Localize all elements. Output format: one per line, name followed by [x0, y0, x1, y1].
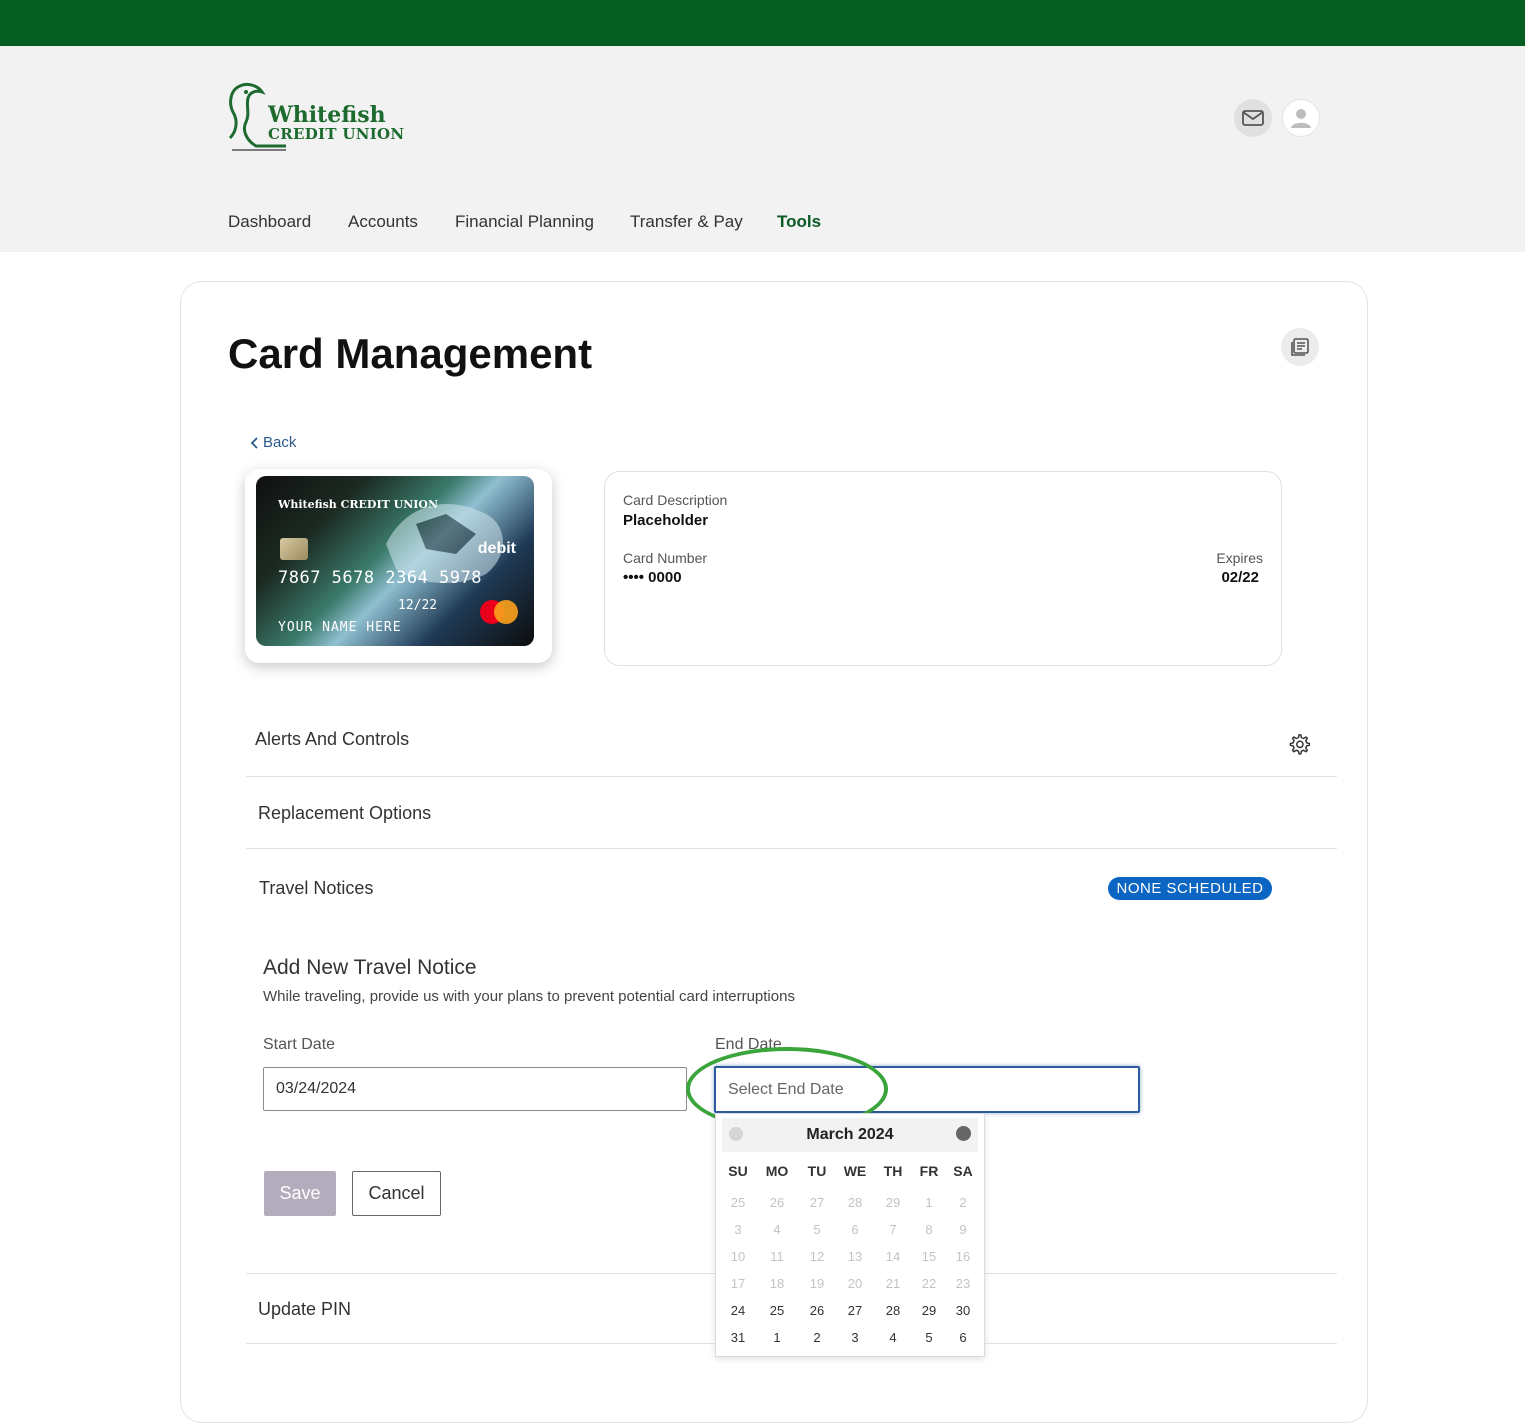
- mastercard-logo-icon-overlap: [494, 600, 518, 624]
- mail-icon: [1242, 110, 1264, 126]
- nav-accounts[interactable]: Accounts: [348, 212, 418, 232]
- update-pin[interactable]: Update PIN: [258, 1299, 351, 1320]
- top-bar: [0, 0, 1525, 46]
- calendar-day[interactable]: 27: [837, 1303, 873, 1318]
- divider: [246, 776, 1337, 777]
- status-badge: NONE SCHEDULED: [1108, 877, 1272, 900]
- weekday-header: WE: [843, 1163, 867, 1179]
- calendar-day: 9: [959, 1222, 967, 1237]
- calendar-day: 6: [851, 1222, 859, 1237]
- calendar-day: 11: [770, 1249, 784, 1264]
- card-image-expiry: 12/22: [398, 598, 438, 613]
- gear-icon[interactable]: [1288, 733, 1310, 755]
- calendar-day: 10: [730, 1249, 746, 1264]
- weekday-header: SU: [728, 1163, 748, 1179]
- nav-transfer-pay[interactable]: Transfer & Pay: [630, 212, 743, 232]
- user-icon: [1291, 109, 1311, 128]
- calendar-day[interactable]: 29: [911, 1303, 947, 1318]
- brand-logo[interactable]: Whitefish CREDIT UNION: [226, 80, 406, 156]
- calendar-day: 5: [813, 1222, 821, 1237]
- date-picker: March 2024 SU MO TU WE TH FR SA 25 26 27 28 29 1 2 3 4 5…: [715, 1113, 985, 1357]
- print-button[interactable]: [1281, 328, 1319, 366]
- weekday-header: SA: [953, 1163, 973, 1179]
- calendar-day: 29: [885, 1195, 901, 1210]
- calendar-day: 7: [889, 1222, 897, 1237]
- card-image-frame: Whitefish CREDIT UNION debit 7867 5678 2…: [245, 469, 552, 663]
- weekday-header: TH: [883, 1163, 903, 1179]
- cancel-button[interactable]: Cancel: [352, 1171, 441, 1216]
- profile-button[interactable]: [1282, 99, 1320, 137]
- start-date-label: Start Date: [263, 1036, 336, 1053]
- brand-subtitle: CREDIT UNION: [268, 125, 405, 143]
- calendar-day[interactable]: 3: [837, 1330, 873, 1345]
- alerts-and-controls[interactable]: Alerts And Controls: [255, 729, 409, 750]
- calendar-day[interactable]: 6: [945, 1330, 981, 1345]
- calendar-day[interactable]: 31: [720, 1330, 756, 1345]
- card-type: debit: [477, 540, 516, 557]
- calendar-day[interactable]: 1: [759, 1330, 795, 1345]
- calendar-day: 14: [885, 1249, 901, 1264]
- calendar-day[interactable]: 25: [759, 1303, 795, 1318]
- calendar-day[interactable]: 4: [875, 1330, 911, 1345]
- messages-button[interactable]: [1234, 99, 1272, 137]
- next-month-icon[interactable]: [956, 1126, 971, 1141]
- calendar-day: 20: [847, 1276, 863, 1291]
- nav-dashboard[interactable]: Dashboard: [228, 212, 311, 232]
- travel-form-title: Add New Travel Notice: [263, 956, 477, 979]
- back-link[interactable]: Back: [250, 434, 296, 451]
- calendar-day[interactable]: 30: [945, 1303, 981, 1318]
- document-icon: [1291, 338, 1309, 356]
- divider: [246, 848, 1337, 849]
- calendar-day: 21: [885, 1276, 901, 1291]
- calendar-day: 4: [773, 1222, 781, 1237]
- calendar-day[interactable]: 24: [720, 1303, 756, 1318]
- card-number-value: •••• 0000: [623, 569, 682, 586]
- back-label: Back: [263, 434, 297, 451]
- weekday-header: FR: [919, 1163, 939, 1179]
- calendar-day: 26: [769, 1195, 785, 1210]
- calendar-day: 12: [809, 1249, 825, 1264]
- start-date-input[interactable]: [263, 1067, 687, 1111]
- calendar-day: 2: [959, 1195, 967, 1210]
- card-number-label: Card Number: [623, 550, 708, 566]
- travel-notices[interactable]: Travel Notices: [259, 878, 373, 899]
- calendar-day: 28: [847, 1195, 863, 1210]
- weekday-header: MO: [765, 1163, 789, 1179]
- expires-value: 02/22: [1221, 569, 1259, 586]
- travel-form-subtitle: While traveling, provide us with your pl…: [263, 988, 795, 1005]
- card-description-label: Card Description: [623, 492, 728, 508]
- calendar-day[interactable]: 5: [911, 1330, 947, 1345]
- calendar-day: 15: [921, 1249, 937, 1264]
- calendar-day: 23: [955, 1276, 971, 1291]
- calendar-day: 19: [809, 1276, 825, 1291]
- card-description-value: Placeholder: [623, 512, 709, 529]
- calendar-day: 22: [921, 1276, 937, 1291]
- calendar-day: 3: [734, 1222, 742, 1237]
- calendar-day[interactable]: 2: [799, 1330, 835, 1345]
- card-info-box: Card Description Placeholder Card Number…: [604, 471, 1282, 666]
- nav-tools[interactable]: Tools: [777, 212, 821, 232]
- debit-card-image: Whitefish CREDIT UNION debit 7867 5678 2…: [256, 476, 534, 646]
- calendar-day[interactable]: 28: [875, 1303, 911, 1318]
- replacement-options[interactable]: Replacement Options: [258, 803, 431, 824]
- calendar-day: 27: [809, 1195, 825, 1210]
- calendar-day[interactable]: 26: [799, 1303, 835, 1318]
- save-button[interactable]: Save: [264, 1171, 336, 1216]
- calendar-day: 25: [730, 1195, 746, 1210]
- chevron-left-icon: [250, 436, 258, 449]
- calendar-day: 18: [769, 1276, 785, 1291]
- page-title: Card Management: [228, 330, 593, 377]
- calendar-day: 17: [730, 1276, 746, 1291]
- calendar-day: 8: [925, 1222, 933, 1237]
- card-chip: [280, 538, 308, 560]
- nav-financial-planning[interactable]: Financial Planning: [455, 212, 594, 232]
- date-picker-month: March 2024: [806, 1126, 894, 1143]
- card-image-name: YOUR NAME HERE: [278, 620, 402, 635]
- calendar-day: 1: [925, 1195, 933, 1210]
- card-image-number: 7867 5678 2364 5978: [278, 568, 482, 588]
- expires-label: Expires: [1216, 550, 1263, 566]
- calendar-day: 16: [955, 1249, 971, 1264]
- calendar-day: 13: [847, 1249, 863, 1264]
- weekday-header: TU: [807, 1163, 827, 1179]
